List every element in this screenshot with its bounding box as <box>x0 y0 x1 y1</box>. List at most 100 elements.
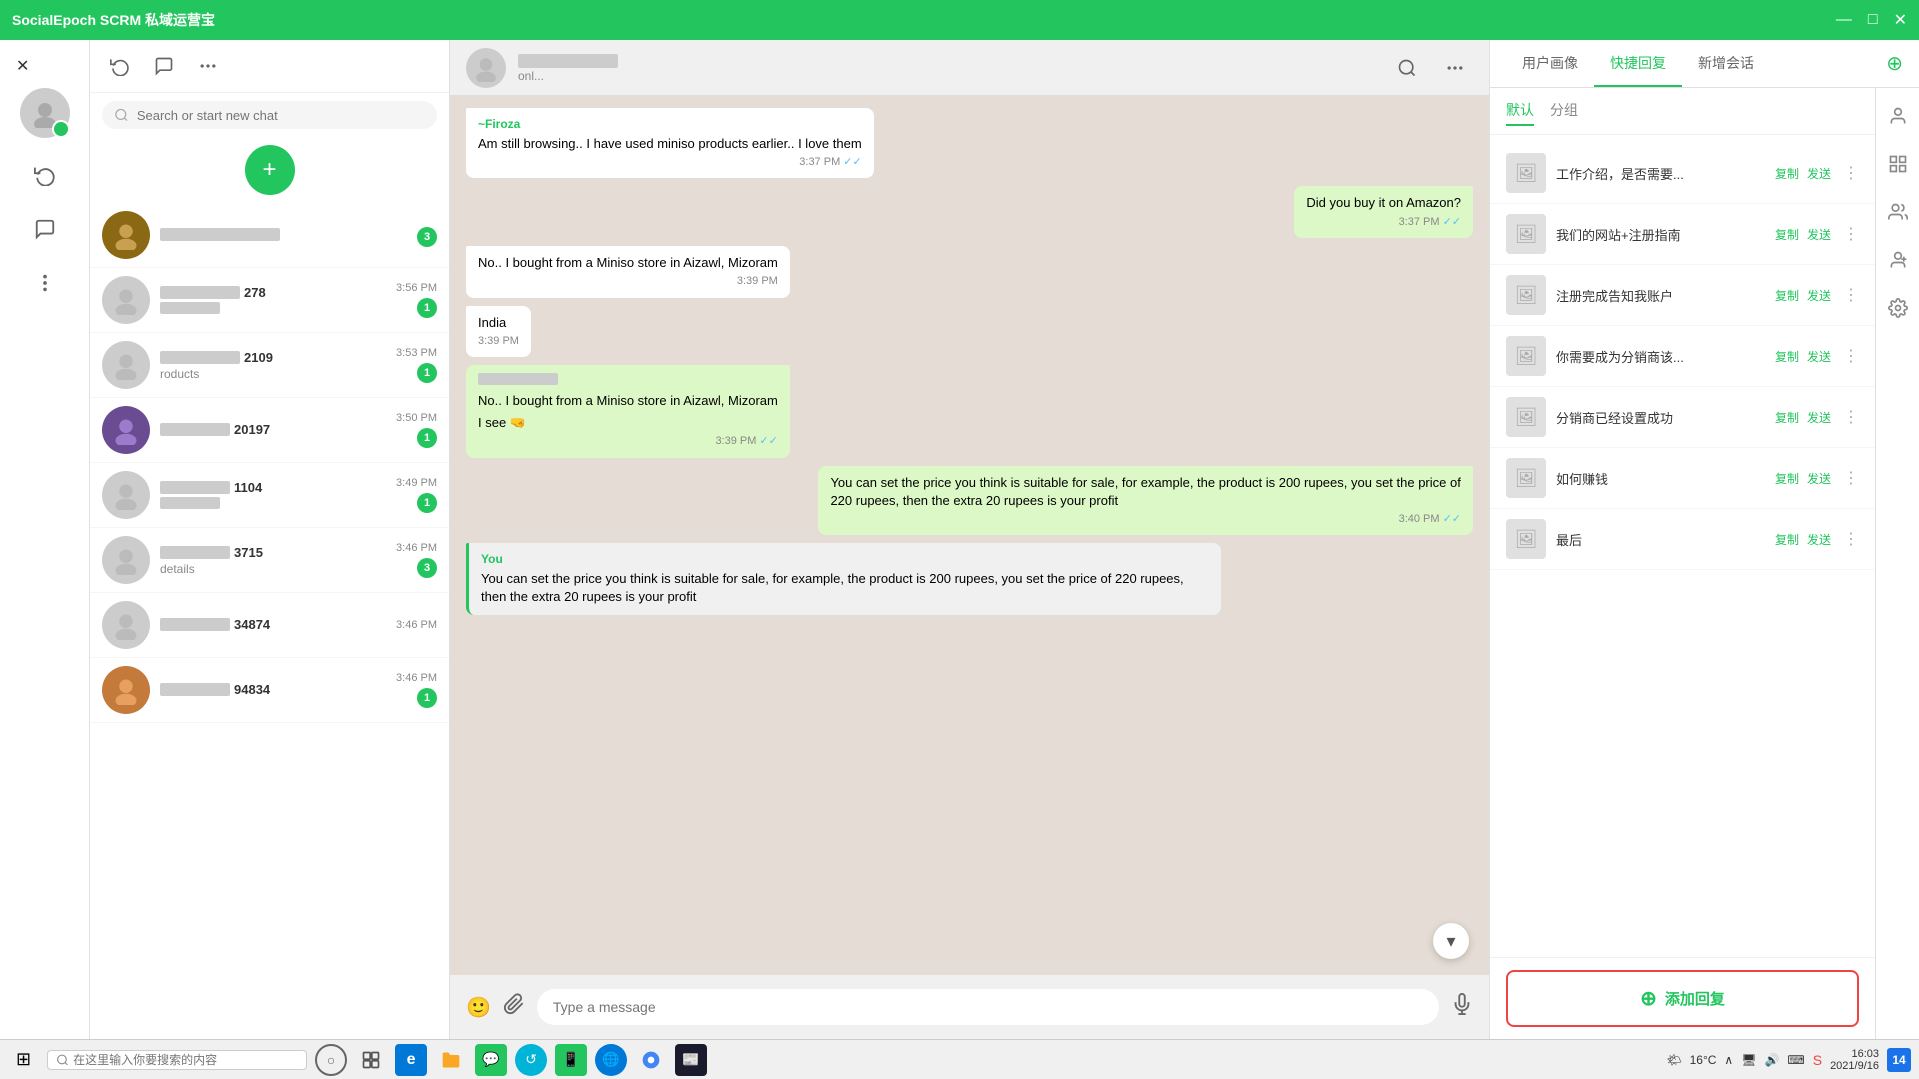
qr-copy-button[interactable]: 复制 <box>1775 470 1799 487</box>
qr-send-button[interactable]: 发送 <box>1807 348 1831 365</box>
quick-reply-item: 🖼 你需要成为分销商该... 复制 发送 ⋮ <box>1490 326 1875 387</box>
subtab-default[interactable]: 默认 <box>1506 96 1534 126</box>
settings-icon[interactable] <box>1878 288 1918 328</box>
qr-copy-button[interactable]: 复制 <box>1775 226 1799 243</box>
tab-quick-reply[interactable]: 快捷回复 <box>1594 41 1682 87</box>
qr-copy-button[interactable]: 复制 <box>1775 409 1799 426</box>
qr-copy-button[interactable]: 复制 <box>1775 287 1799 304</box>
qr-send-button[interactable]: 发送 <box>1807 531 1831 548</box>
qr-more-button[interactable]: ⋮ <box>1843 224 1859 244</box>
chat-header-icon[interactable] <box>146 48 182 84</box>
keyboard-icon[interactable]: ⌨ <box>1787 1053 1804 1067</box>
search-chat-icon[interactable] <box>1389 50 1425 86</box>
taskbar-news-icon[interactable]: 📰 <box>675 1044 707 1076</box>
news-icon: 📰 <box>682 1051 699 1068</box>
taskbar-wechat-icon[interactable]: 💬 <box>475 1044 507 1076</box>
list-item[interactable]: 94834 3:46 PM 1 <box>90 658 449 723</box>
subtab-group[interactable]: 分组 <box>1550 96 1578 126</box>
taskbar-folder-icon[interactable] <box>435 1044 467 1076</box>
list-item[interactable]: 20197 3:50 PM 1 <box>90 398 449 463</box>
sync-icon[interactable] <box>20 150 70 200</box>
close-button[interactable]: ✕ <box>1894 10 1907 30</box>
contact-name <box>518 52 618 69</box>
microphone-icon[interactable] <box>1451 993 1473 1021</box>
taskbar-circle-icon[interactable]: ○ <box>315 1044 347 1076</box>
qr-send-button[interactable]: 发送 <box>1807 287 1831 304</box>
notification-chevron[interactable]: ∧ <box>1724 1053 1733 1067</box>
list-item[interactable]: 3 <box>90 203 449 268</box>
qr-more-button[interactable]: ⋮ <box>1843 163 1859 183</box>
qr-more-button[interactable]: ⋮ <box>1843 346 1859 366</box>
more-header-icon[interactable] <box>190 48 226 84</box>
attachment-icon[interactable] <box>503 993 525 1021</box>
grid-icon[interactable] <box>1878 144 1918 184</box>
search-input[interactable] <box>137 108 425 123</box>
qr-image: 🖼 <box>1506 458 1546 498</box>
list-item[interactable]: 278 3:56 PM 1 <box>90 268 449 333</box>
add-reply-button[interactable]: ⊕ 添加回复 <box>1506 970 1859 1027</box>
qr-send-button[interactable]: 发送 <box>1807 470 1831 487</box>
user-search-icon[interactable] <box>1878 96 1918 136</box>
messages-area: ~Firoza Am still browsing.. I have used … <box>450 96 1489 975</box>
search-icon <box>114 107 129 123</box>
volume-icon[interactable]: 🔊 <box>1764 1053 1779 1067</box>
minimize-button[interactable]: — <box>1836 10 1852 30</box>
emoji-icon[interactable]: 🙂 <box>466 995 491 1020</box>
taskbar-search-input[interactable] <box>73 1053 298 1067</box>
unread-badge: 1 <box>417 428 437 448</box>
browser-icon: 🌐 <box>602 1051 619 1068</box>
icon-strip: ✕ <box>0 40 90 1039</box>
list-item[interactable]: 1104 3:49 PM 1 <box>90 463 449 528</box>
chevron-down-icon: ▾ <box>1446 931 1455 952</box>
quick-reply-item: 🖼 分销商已经设置成功 复制 发送 ⋮ <box>1490 387 1875 448</box>
taskbar-widget-icon[interactable] <box>355 1044 387 1076</box>
more-chat-icon[interactable] <box>1437 50 1473 86</box>
taskbar-browser-icon[interactable]: 🌐 <box>595 1044 627 1076</box>
qr-copy-button[interactable]: 复制 <box>1775 165 1799 182</box>
qr-more-button[interactable]: ⋮ <box>1843 529 1859 549</box>
chat-preview: details <box>160 562 386 576</box>
start-button[interactable]: ⊞ <box>8 1045 39 1074</box>
taskbar-refresh-icon[interactable]: ↺ <box>515 1044 547 1076</box>
unread-badge: 1 <box>417 493 437 513</box>
taskbar-edge-icon[interactable]: e <box>395 1044 427 1076</box>
maximize-button[interactable]: □ <box>1868 10 1878 30</box>
more-icon[interactable] <box>20 258 70 308</box>
qr-text: 如何赚钱 <box>1556 469 1765 488</box>
close-icon[interactable]: ✕ <box>8 48 37 84</box>
taskbar-right: 🌤 16°C ∧ 🖥 🔊 ⌨ S 16:03 2021/9/16 14 <box>1666 1048 1911 1072</box>
rp-main: 默认 分组 🖼 工作介绍，是否需要... 复制 发送 ⋮ <box>1490 88 1875 1039</box>
qr-send-button[interactable]: 发送 <box>1807 165 1831 182</box>
qr-more-button[interactable]: ⋮ <box>1843 407 1859 427</box>
user-plus-icon[interactable] <box>1878 240 1918 280</box>
scrm-icon[interactable]: S <box>1813 1052 1822 1068</box>
scroll-down-button[interactable]: ▾ <box>1433 923 1469 959</box>
qr-more-button[interactable]: ⋮ <box>1843 285 1859 305</box>
message-input[interactable] <box>537 989 1439 1025</box>
chat-name: 2109 <box>160 350 386 365</box>
network-icon[interactable]: 🖥 <box>1741 1053 1756 1067</box>
qr-send-button[interactable]: 发送 <box>1807 226 1831 243</box>
qr-more-button[interactable]: ⋮ <box>1843 468 1859 488</box>
tab-user-profile[interactable]: 用户画像 <box>1506 41 1594 87</box>
more-options-icon[interactable]: ⊕ <box>1886 51 1903 76</box>
qr-text: 我们的网站+注册指南 <box>1556 225 1765 244</box>
list-item[interactable]: 3715 details 3:46 PM 3 <box>90 528 449 593</box>
chat-icon[interactable] <box>20 204 70 254</box>
message-text: You can set the price you think is suita… <box>481 570 1209 606</box>
qr-send-button[interactable]: 发送 <box>1807 409 1831 426</box>
qr-copy-button[interactable]: 复制 <box>1775 348 1799 365</box>
quick-reply-item: 🖼 注册完成告知我账户 复制 发送 ⋮ <box>1490 265 1875 326</box>
qr-text: 你需要成为分销商该... <box>1556 347 1765 366</box>
list-item[interactable]: 2109 roducts 3:53 PM 1 <box>90 333 449 398</box>
new-chat-button[interactable]: + <box>245 145 295 195</box>
list-item[interactable]: 34874 3:46 PM <box>90 593 449 658</box>
contacts-icon[interactable] <box>1878 192 1918 232</box>
tab-new-chat[interactable]: 新增会话 <box>1682 41 1770 87</box>
taskbar-whatsapp-icon[interactable]: 📱 <box>555 1044 587 1076</box>
qr-copy-button[interactable]: 复制 <box>1775 531 1799 548</box>
quick-reply-item: 🖼 工作介绍，是否需要... 复制 发送 ⋮ <box>1490 143 1875 204</box>
notification-count[interactable]: 14 <box>1887 1048 1911 1072</box>
sync-header-icon[interactable] <box>102 48 138 84</box>
taskbar-chrome-icon[interactable] <box>635 1044 667 1076</box>
